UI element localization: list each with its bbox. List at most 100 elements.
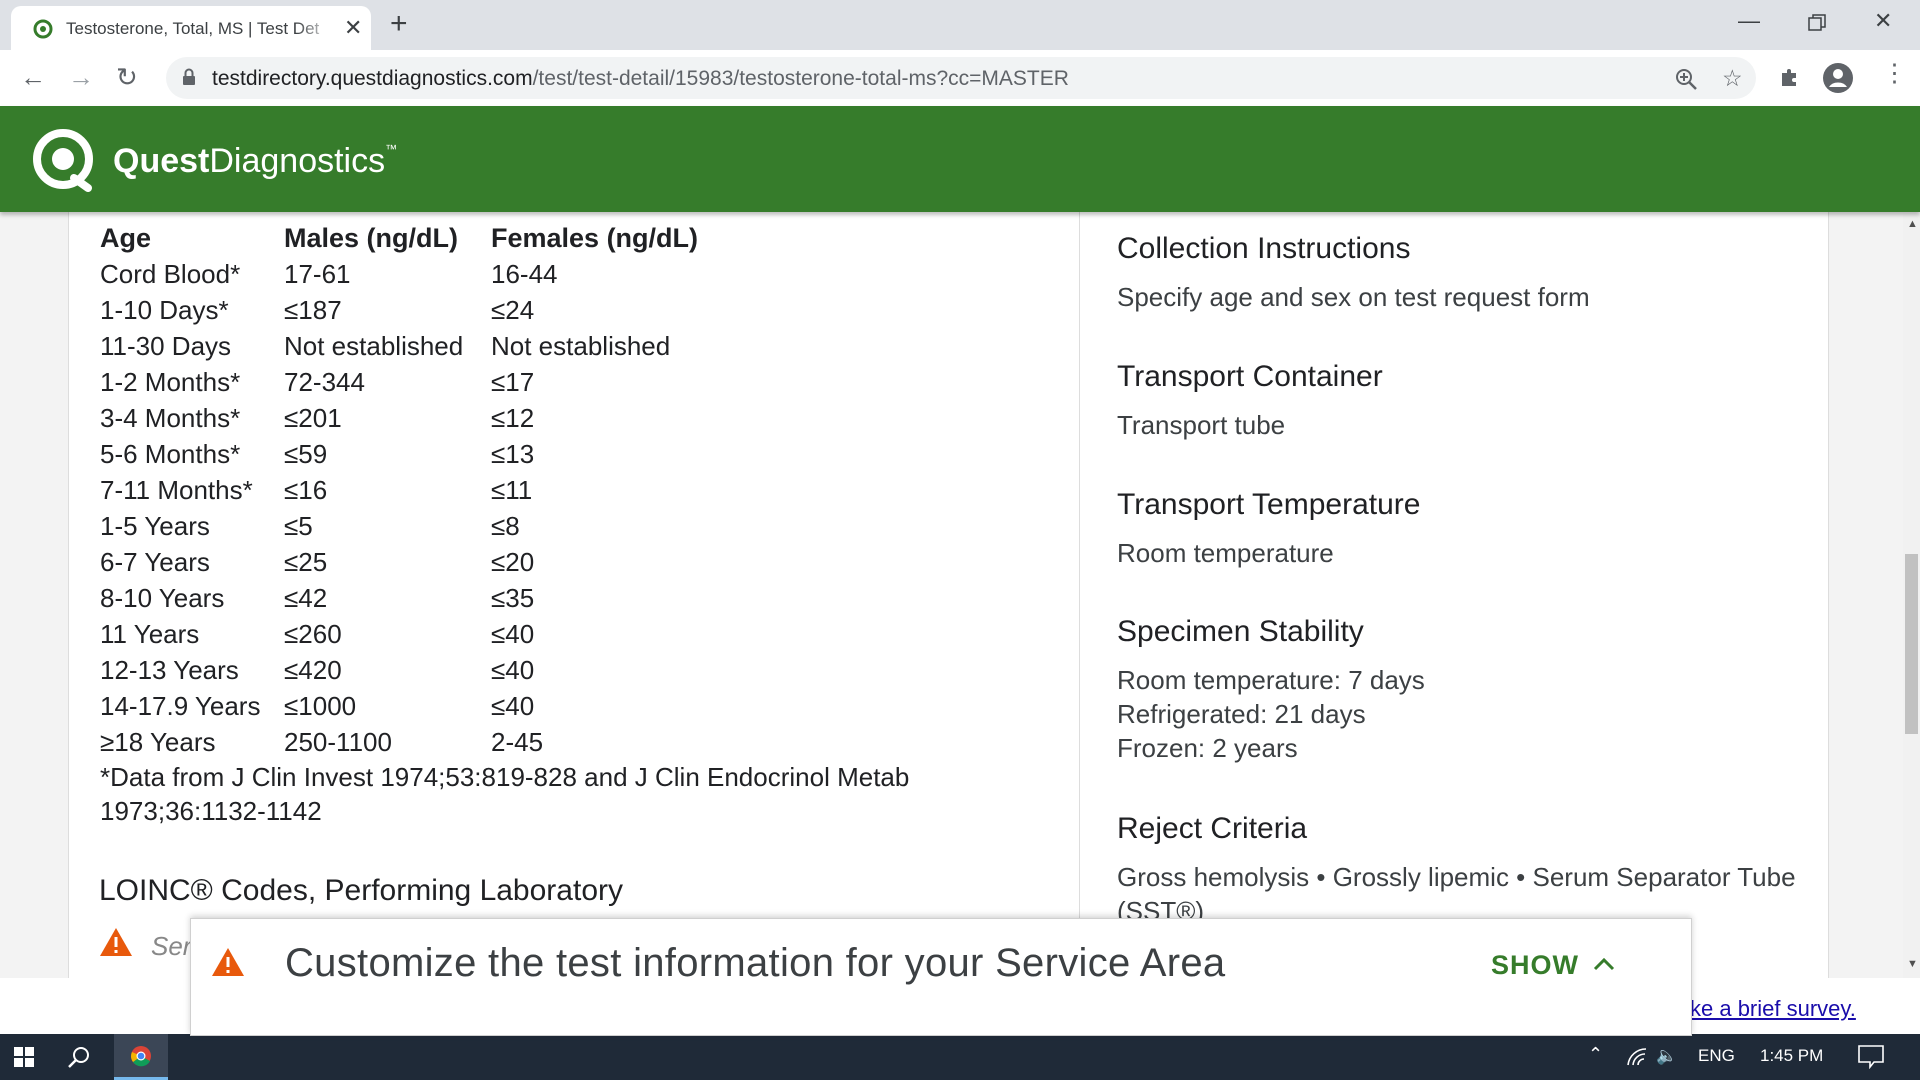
cell-age: 1-2 Months* <box>100 366 241 397</box>
table-row: 8-10 Years ≤42 ≤35 <box>100 580 698 616</box>
cell-age: Cord Blood* <box>100 258 241 289</box>
section-body: Specify age and sex on test request form <box>1117 282 1590 312</box>
extensions-puzzle-icon[interactable] <box>1778 65 1802 89</box>
table-row: 7-11 Months* ≤16 ≤11 <box>100 472 698 508</box>
clock-time[interactable]: 1:45 PM <box>1760 1046 1823 1066</box>
table-row: 5-6 Months* ≤59 ≤13 <box>100 436 698 472</box>
page-scrollbar[interactable]: ▲ ▼ <box>1903 212 1920 978</box>
section-title: Collection Instructions <box>1117 232 1411 265</box>
chevron-up-icon[interactable] <box>1593 957 1615 971</box>
service-area-banner: Customize the test information for your … <box>190 918 1692 1036</box>
profile-avatar-icon[interactable] <box>1822 62 1854 94</box>
cell-age: 6-7 Years <box>100 546 210 577</box>
site-header: QuestDiagnostics™ <box>0 106 1920 212</box>
cell-females: 16-44 <box>491 258 558 289</box>
cell-females: ≤40 <box>491 618 535 649</box>
restore-icon[interactable] <box>1808 14 1826 32</box>
browser-toolbar: ← → ↻ testdirectory.questdiagnostics.com… <box>0 50 1920 106</box>
scroll-up-icon[interactable]: ▲ <box>1907 218 1918 230</box>
cell-females: ≤20 <box>491 546 535 577</box>
quest-logo-text[interactable]: QuestDiagnostics™ <box>113 142 397 181</box>
survey-link[interactable]: ke a brief survey. <box>1690 996 1856 1022</box>
wifi-icon[interactable] <box>1626 1047 1648 1067</box>
cell-males: Not established <box>284 330 464 361</box>
forward-icon[interactable]: → <box>68 62 94 93</box>
cell-males: ≤16 <box>284 474 328 505</box>
quest-logo-icon[interactable] <box>30 126 96 192</box>
notifications-icon[interactable] <box>1858 1045 1884 1069</box>
address-bar[interactable]: testdirectory.questdiagnostics.com/test/… <box>166 57 1756 99</box>
lock-icon <box>183 68 195 85</box>
left-panel: Age Males (ng/dL) Females (ng/dL) Cord B… <box>68 212 1080 978</box>
warning-icon <box>100 928 132 956</box>
cell-age: 3-4 Months* <box>100 402 241 433</box>
cell-males: ≤5 <box>284 510 313 541</box>
browser-menu-icon[interactable]: ⋮ <box>1882 58 1907 88</box>
transport-temperature-section: Transport Temperature Room temperature <box>1117 488 1420 570</box>
table-row: 1-5 Years ≤5 ≤8 <box>100 508 698 544</box>
tab-title: Testosterone, Total, MS | Test Det <box>66 19 336 39</box>
table-row: 14-17.9 Years ≤1000 ≤40 <box>100 688 698 724</box>
url-text: testdirectory.questdiagnostics.com/test/… <box>212 67 1069 90</box>
table-row: 1-10 Days* ≤187 ≤24 <box>100 292 698 328</box>
cell-females: ≤8 <box>491 510 520 541</box>
cell-age: 5-6 Months* <box>100 438 241 469</box>
windows-start-icon[interactable] <box>14 1047 34 1067</box>
cell-females: ≤35 <box>491 582 535 613</box>
bookmark-star-icon[interactable]: ☆ <box>1722 65 1743 92</box>
back-icon[interactable]: ← <box>20 62 46 93</box>
cell-females: ≤17 <box>491 366 535 397</box>
search-icon[interactable] <box>68 1046 90 1068</box>
cell-males: ≤187 <box>284 294 342 325</box>
table-footnote: *Data from J Clin Invest 1974;53:819-828… <box>100 762 910 826</box>
tab-close-icon[interactable]: ✕ <box>344 15 362 41</box>
cell-females: ≤11 <box>491 474 533 505</box>
volume-icon[interactable]: 🔈 <box>1656 1046 1677 1066</box>
zoom-icon[interactable] <box>1674 67 1698 91</box>
language-indicator[interactable]: ENG <box>1698 1046 1735 1066</box>
transport-container-section: Transport Container Transport tube <box>1117 360 1383 442</box>
cell-females: ≤13 <box>491 438 535 469</box>
service-area-hint: Ser <box>151 931 192 961</box>
new-tab-icon[interactable]: + <box>390 9 408 39</box>
cell-age: 7-11 Months* <box>100 474 253 505</box>
table-row: 11 Years ≤260 ≤40 <box>100 616 698 652</box>
section-body: Room temperature <box>1117 538 1334 568</box>
cell-females: Not established <box>491 330 671 361</box>
cell-age: 1-5 Years <box>100 510 210 541</box>
quest-favicon-icon <box>33 19 53 39</box>
collection-instructions-section: Collection Instructions Specify age and … <box>1117 232 1590 314</box>
cell-females: ≤12 <box>491 402 535 433</box>
scroll-down-icon[interactable]: ▼ <box>1907 958 1918 970</box>
banner-text: Customize the test information for your … <box>285 941 1226 985</box>
cell-age: 8-10 Years <box>100 582 225 613</box>
stability-frozen: Frozen: 2 years <box>1117 733 1298 763</box>
minimize-icon[interactable]: — <box>1738 8 1760 34</box>
cell-males: ≤59 <box>284 438 328 469</box>
reload-icon[interactable]: ↻ <box>116 62 138 93</box>
taskbar-chrome-button[interactable] <box>114 1034 168 1080</box>
tray-chevron-up-icon[interactable]: ⌃ <box>1588 1044 1603 1065</box>
header-age: Age <box>100 222 152 253</box>
loinc-section-title: LOINC® Codes, Performing Laboratory <box>99 874 623 907</box>
cell-age: 11-30 Days <box>100 330 232 361</box>
section-title: Transport Container <box>1117 360 1383 393</box>
cell-males: ≤25 <box>284 546 328 577</box>
cell-age: 12-13 Years <box>100 654 239 685</box>
specimen-stability-section: Specimen Stability Room temperature: 7 d… <box>1117 615 1425 765</box>
scrollbar-thumb[interactable] <box>1905 554 1918 734</box>
show-button[interactable]: SHOW <box>1491 950 1579 981</box>
windows-taskbar: ⌃ 🔈 ENG 1:45 PM <box>0 1034 1920 1080</box>
cell-age: 11 Years <box>100 618 200 649</box>
browser-tab[interactable]: Testosterone, Total, MS | Test Det ✕ <box>11 6 371 50</box>
stability-room-temp: Room temperature: 7 days <box>1117 665 1425 695</box>
cell-males: ≤42 <box>284 582 328 613</box>
close-window-icon[interactable]: ✕ <box>1874 8 1892 34</box>
cell-age: ≥18 Years <box>100 726 216 757</box>
page-content: Age Males (ng/dL) Females (ng/dL) Cord B… <box>0 212 1903 978</box>
section-title: Reject Criteria <box>1117 812 1308 845</box>
cell-males: ≤260 <box>284 618 342 649</box>
table-header-row: Age Males (ng/dL) Females (ng/dL) <box>100 220 698 256</box>
header-males: Males (ng/dL) <box>284 222 458 253</box>
reference-range-table: Age Males (ng/dL) Females (ng/dL) Cord B… <box>100 220 698 760</box>
